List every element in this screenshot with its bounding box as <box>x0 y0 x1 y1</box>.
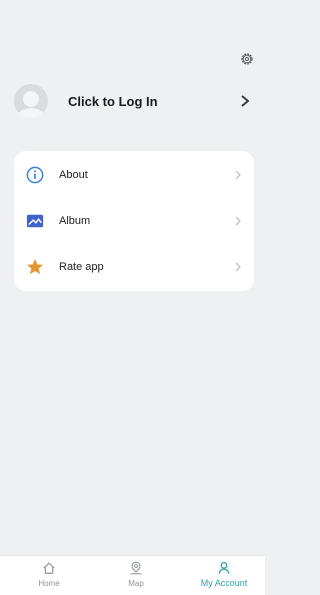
menu-card: About Album Rate app <box>14 151 254 291</box>
gear-icon[interactable] <box>240 52 254 66</box>
tab-label: Map <box>128 579 144 588</box>
tab-home[interactable]: Home <box>14 560 84 594</box>
tab-label: My Account <box>200 578 248 588</box>
menu-item-album[interactable]: Album <box>14 198 254 244</box>
tab-map[interactable]: Map <box>101 560 171 594</box>
menu-item-label: About <box>59 169 88 181</box>
home-icon <box>43 562 55 574</box>
tab-label: Home <box>38 579 60 588</box>
menu-item-label: Rate app <box>59 261 104 273</box>
map-pin-icon <box>130 561 142 575</box>
menu-item-label: Album <box>59 215 91 227</box>
tab-my-account[interactable]: My Account <box>189 560 259 594</box>
chevron-right-icon <box>235 216 241 226</box>
star-icon <box>26 258 44 275</box>
user-icon <box>218 561 230 574</box>
menu-item-about[interactable]: About <box>14 152 254 198</box>
menu-item-rate-app[interactable]: Rate app <box>14 244 254 290</box>
tab-bar: Home Map My Account <box>0 555 265 595</box>
chevron-right-icon <box>241 95 250 107</box>
login-row[interactable]: Click to Log In <box>14 84 254 118</box>
chevron-right-icon <box>235 170 241 180</box>
avatar-placeholder-icon <box>14 84 48 118</box>
info-icon <box>26 166 44 184</box>
chevron-right-icon <box>235 262 241 272</box>
login-label: Click to Log In <box>68 93 158 109</box>
image-icon <box>26 214 44 228</box>
